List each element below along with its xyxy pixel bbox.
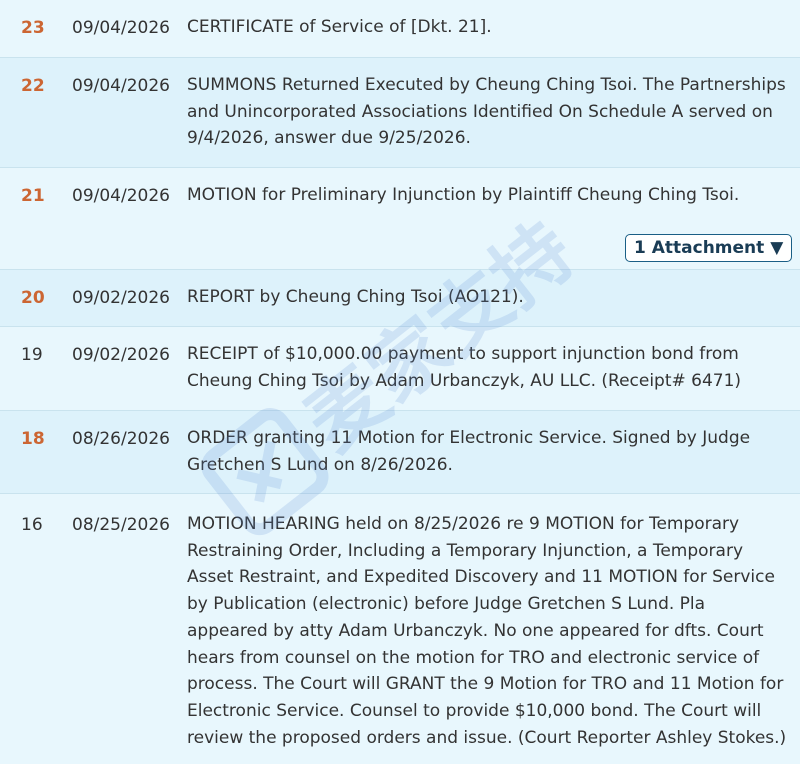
docket-row-19: 19 09/02/2026 RECEIPT of $10,000.00 paym… [0, 327, 800, 411]
docket-row-18: 18 08/26/2026 ORDER granting 11 Motion f… [0, 411, 800, 494]
entry-number-link[interactable]: 23 [21, 15, 45, 41]
entry-date: 09/02/2026 [72, 288, 170, 308]
entry-text: MOTION for Preliminary Injunction by Pla… [187, 185, 740, 205]
entry-date: 09/02/2026 [72, 345, 170, 365]
entry-date: 09/04/2026 [72, 18, 170, 38]
entry-date: 08/26/2026 [72, 429, 170, 449]
entry-date: 08/25/2026 [72, 515, 170, 535]
entry-text: ORDER granting 11 Motion for Electronic … [187, 428, 751, 475]
entry-text: REPORT by Cheung Ching Tsoi (AO121). [187, 287, 524, 307]
entry-text: CERTIFICATE of Service of [Dkt. 21]. [187, 17, 492, 37]
entry-number: 16 [21, 515, 43, 535]
docket-row-16: 16 08/25/2026 MOTION HEARING held on 8/2… [0, 494, 800, 764]
entry-number-link[interactable]: 20 [21, 285, 45, 311]
attachment-dropdown-button[interactable]: 1 Attachment ▼ [625, 234, 793, 262]
entry-date: 09/04/2026 [72, 76, 170, 96]
entry-number-link[interactable]: 21 [21, 183, 45, 209]
entry-text: SUMMONS Returned Executed by Cheung Chin… [187, 75, 786, 149]
entry-number-link[interactable]: 22 [21, 73, 45, 99]
docket-row-22: 22 09/04/2026 SUMMONS Returned Executed … [0, 58, 800, 168]
entry-number: 19 [21, 345, 43, 365]
entry-text: RECEIPT of $10,000.00 payment to support… [187, 344, 742, 391]
entry-date: 09/04/2026 [72, 186, 170, 206]
entry-number-link[interactable]: 18 [21, 426, 45, 452]
docket-row-20: 20 09/02/2026 REPORT by Cheung Ching Tso… [0, 270, 800, 327]
docket-row-23: 23 09/04/2026 CERTIFICATE of Service of … [0, 0, 800, 58]
entry-text: MOTION HEARING held on 8/25/2026 re 9 MO… [187, 514, 787, 748]
